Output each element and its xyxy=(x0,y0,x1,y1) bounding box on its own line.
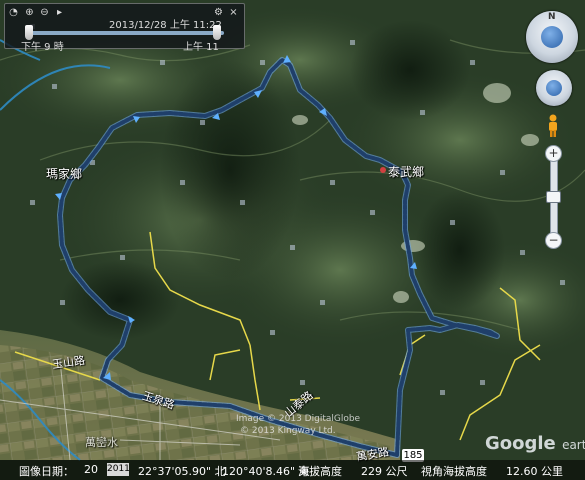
street-view-pegman-icon[interactable] xyxy=(546,114,560,138)
zoom-in-button[interactable]: + xyxy=(545,145,562,162)
zoom-out-button[interactable]: − xyxy=(545,232,562,249)
time-slider-end-label: 上午 11 xyxy=(183,42,219,53)
zoom-in-icon[interactable]: ⊕ xyxy=(24,7,35,18)
time-slider-start-label: 下午 9 時 xyxy=(21,42,64,53)
elevation-label: 海拔高度 xyxy=(298,465,342,478)
latitude-readout: 22°37'05.90" 北 xyxy=(138,465,226,478)
time-slider-panel: ◔ ⊕ ⊖ ▸ ⚙ × 2013/12/28 上午 11:22 下午 9 時 上… xyxy=(4,3,245,53)
google-word: Google xyxy=(485,433,556,454)
google-earth-logo: Google earth xyxy=(485,433,585,454)
eye-altitude-label: 視角海拔高度 xyxy=(421,465,487,478)
play-icon[interactable]: ▸ xyxy=(54,7,65,18)
map-viewport[interactable]: ◔ ⊕ ⊖ ▸ ⚙ × 2013/12/28 上午 11:22 下午 9 時 上… xyxy=(0,0,585,480)
zoom-slider-thumb[interactable] xyxy=(546,191,561,203)
close-icon[interactable]: × xyxy=(228,7,239,18)
image-date-label: 圖像日期： xyxy=(19,465,74,478)
image-date-value: 20 xyxy=(84,463,98,476)
look-joystick[interactable]: N xyxy=(526,11,578,63)
streaming-indicator: 2011 xyxy=(107,463,130,476)
longitude-readout: 120°40'8.46" 東 xyxy=(222,465,310,478)
hand-icon xyxy=(546,80,562,96)
north-indicator[interactable]: N xyxy=(548,12,556,22)
copyright-data: © 2013 Kingway Ltd. xyxy=(240,426,336,436)
move-joystick[interactable] xyxy=(536,70,572,106)
zoom-out-icon[interactable]: ⊖ xyxy=(39,7,50,18)
place-label-bottom-left: 萬巒水 xyxy=(85,436,118,449)
earth-word: earth xyxy=(562,438,585,452)
place-label-village-b[interactable]: 泰武鄉 xyxy=(388,163,424,180)
time-slider-track[interactable] xyxy=(29,31,224,35)
eye-icon xyxy=(541,26,563,48)
place-label-village-a[interactable]: 瑪家鄉 xyxy=(46,165,82,182)
clock-icon[interactable]: ◔ xyxy=(8,7,19,18)
elevation-value: 229 公尺 xyxy=(361,465,408,478)
copyright-imagery: Image © 2013 DigitalGlobe xyxy=(236,414,361,424)
eye-altitude-value: 12.60 公里 xyxy=(506,465,563,478)
time-slider-date: 2013/12/28 上午 11:22 xyxy=(109,20,222,31)
status-bar: 圖像日期： 20 22°37'05.90" 北 120°40'8.46" 東 海… xyxy=(0,460,585,480)
